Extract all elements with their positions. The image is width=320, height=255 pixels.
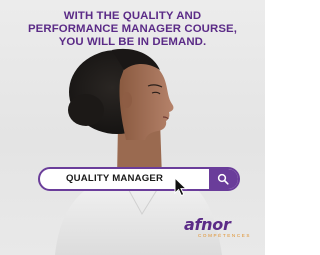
mouse-pointer-icon [174,177,188,197]
afnor-logo: afnor COMPÉTENCES [184,217,251,239]
search-bar[interactable]: QUALITY MANAGER [38,167,240,191]
advertisement-banner[interactable]: WITH THE QUALITY AND PERFORMANCE MANAGER… [0,0,265,255]
headline: WITH THE QUALITY AND PERFORMANCE MANAGER… [0,10,265,50]
search-button[interactable] [209,169,238,189]
headline-line-1: WITH THE QUALITY AND [63,10,202,22]
headline-line-3: YOU WILL BE IN DEMAND. [58,36,207,49]
search-input[interactable]: QUALITY MANAGER [66,169,163,189]
logo-name: afnor [184,215,231,234]
search-icon [217,173,229,185]
headline-line-2: PERFORMANCE MANAGER COURSE, [27,23,237,36]
logo-tagline: COMPÉTENCES [198,233,252,238]
